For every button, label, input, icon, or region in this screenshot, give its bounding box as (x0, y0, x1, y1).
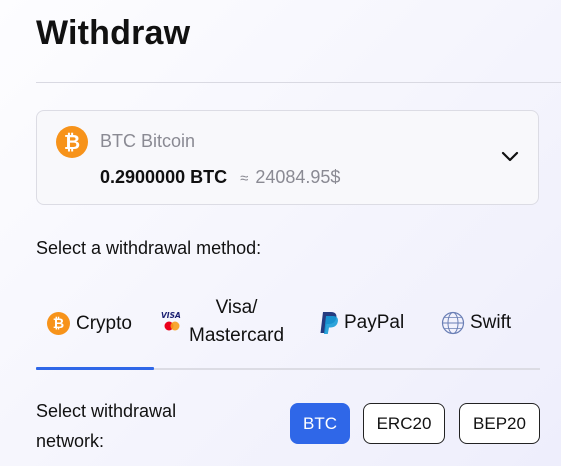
page-title: Withdraw (36, 14, 191, 52)
tab-crypto[interactable]: ₿ Crypto (47, 312, 132, 335)
bitcoin-icon: ₿ (47, 312, 70, 335)
tab-visa-mastercard[interactable]: VISA Visa/ Mastercard (160, 294, 284, 350)
tab-paypal-label: PayPal (344, 312, 405, 333)
svg-text:VISA: VISA (161, 311, 181, 320)
network-label-line2: network: (36, 431, 105, 451)
asset-fiat-value: ≈ 24084.95$ (240, 167, 340, 187)
withdrawal-method-label: Select a withdrawal method: (36, 238, 262, 258)
bitcoin-icon: ₿ (56, 126, 88, 158)
paypal-icon (320, 312, 338, 334)
tab-swift-label: Swift (470, 312, 512, 333)
fiat-amount: 24084.95$ (255, 167, 341, 187)
swift-icon (441, 311, 465, 335)
asset-selector[interactable]: ₿ BTC Bitcoin 0.2900000 BTC ≈ 24084.95$ (36, 110, 539, 205)
network-label-line1: Select withdrawal (36, 401, 177, 421)
withdrawal-network-label: Select withdrawal network: (36, 396, 176, 456)
network-option-btc[interactable]: BTC (290, 403, 350, 444)
withdrawal-method-tabs: ₿ Crypto VISA Visa/ Mastercard PayPal Sw… (36, 294, 540, 370)
tab-crypto-label: Crypto (76, 312, 132, 334)
tab-swift[interactable]: Swift (441, 311, 511, 335)
tab-visa-label-line2: Mastercard (189, 325, 285, 346)
approx-symbol: ≈ (240, 170, 249, 187)
network-option-bep20[interactable]: BEP20 (459, 403, 540, 444)
asset-name: BTC Bitcoin (100, 131, 196, 151)
active-tab-indicator (36, 367, 154, 370)
visa-mastercard-icon: VISA (161, 311, 181, 331)
tab-paypal[interactable]: PayPal (319, 311, 404, 335)
asset-balance-row: 0.2900000 BTC ≈ 24084.95$ (100, 167, 340, 188)
chevron-down-icon[interactable] (500, 149, 520, 163)
tab-visa-label-line1: Visa/ (215, 297, 258, 318)
network-option-erc20[interactable]: ERC20 (363, 403, 445, 444)
asset-balance: 0.2900000 BTC (100, 167, 228, 187)
header-divider (36, 82, 561, 83)
